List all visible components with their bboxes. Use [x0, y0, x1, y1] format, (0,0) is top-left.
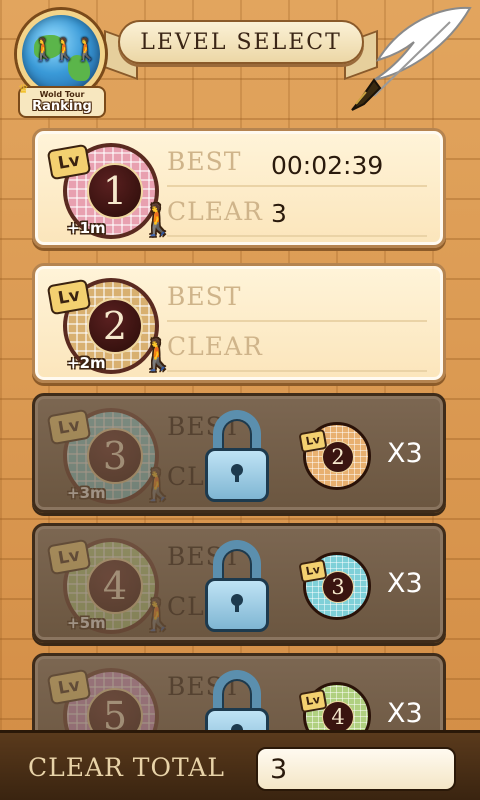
level-number: 1: [87, 163, 143, 219]
level-list[interactable]: 1 Lv +1m 🚶 BEST 00:02:39 CLEAR 3 2 Lv +2…: [0, 126, 480, 730]
clear-count: 3: [271, 199, 287, 228]
ranking-subtitle: Wold Tour: [39, 90, 85, 99]
required-count: X3: [387, 568, 423, 599]
clear-label: CLEAR: [167, 332, 263, 361]
ranking-ribbon: Wold Tour Ranking: [18, 86, 106, 118]
required-level-medal: 4 Lv: [298, 682, 371, 730]
clear-total-box: 3: [256, 747, 456, 791]
title-banner: LEVEL SELECT: [118, 20, 364, 64]
ranking-button[interactable]: 🚶🚶🚶 Wold Tour Ranking ♛: [12, 8, 112, 118]
clear-total-label: CLEAR TOTAL: [28, 753, 225, 782]
required-count: X3: [387, 698, 423, 729]
level-card-3[interactable]: 3 Lv +3m 🚶 BEST CLEAR 2 Lv X3: [32, 393, 446, 513]
level-card-2[interactable]: 2 Lv +2m 🚶 BEST CLEAR: [32, 263, 446, 383]
level-medal: 5 Lv: [46, 664, 161, 730]
padlock-icon: [205, 540, 269, 636]
divider: [167, 370, 427, 372]
best-label: BEST: [167, 147, 242, 176]
time-bonus: +1m: [67, 219, 106, 237]
level-medal: 1 Lv +1m 🚶: [46, 139, 176, 243]
padlock-icon: [205, 670, 269, 730]
divider: [167, 185, 427, 187]
clear-label: CLEAR: [167, 197, 263, 226]
padlock-icon: [205, 410, 269, 506]
time-bonus: +2m: [67, 354, 106, 372]
crown-icon: ♛: [18, 82, 29, 96]
level-medal: 4 Lv +5m 🚶: [46, 534, 176, 638]
level-medal: 3 Lv +3m 🚶: [46, 404, 176, 508]
level-medal: 2 Lv +2m 🚶: [46, 274, 176, 378]
quill-pen-icon: [351, 6, 472, 111]
level-number: 2: [87, 298, 143, 354]
required-level-medal: 2 Lv: [298, 422, 371, 490]
divider: [167, 235, 427, 237]
required-count: X3: [387, 438, 423, 469]
level-number: 4: [87, 558, 143, 614]
ranking-label: Ranking: [32, 99, 92, 114]
level-card-4[interactable]: 4 Lv +5m 🚶 BEST CLEAR 3 Lv X3: [32, 523, 446, 643]
level-card-5[interactable]: 5 Lv BEST 4 Lv X3: [32, 653, 446, 730]
clear-total-value: 3: [270, 754, 288, 785]
footer-bar: CLEAR TOTAL 3: [0, 730, 480, 800]
time-bonus: +5m: [67, 614, 106, 632]
best-time: 00:02:39: [271, 151, 384, 180]
time-bonus: +3m: [67, 484, 106, 502]
divider: [167, 320, 427, 322]
walkers-icon: 🚶🚶🚶: [30, 38, 100, 63]
level-number: 3: [87, 428, 143, 484]
best-label: BEST: [167, 282, 242, 311]
page-title: LEVEL SELECT: [140, 29, 342, 55]
level-card-1[interactable]: 1 Lv +1m 🚶 BEST 00:02:39 CLEAR 3: [32, 128, 446, 248]
required-level-medal: 3 Lv: [298, 552, 371, 620]
